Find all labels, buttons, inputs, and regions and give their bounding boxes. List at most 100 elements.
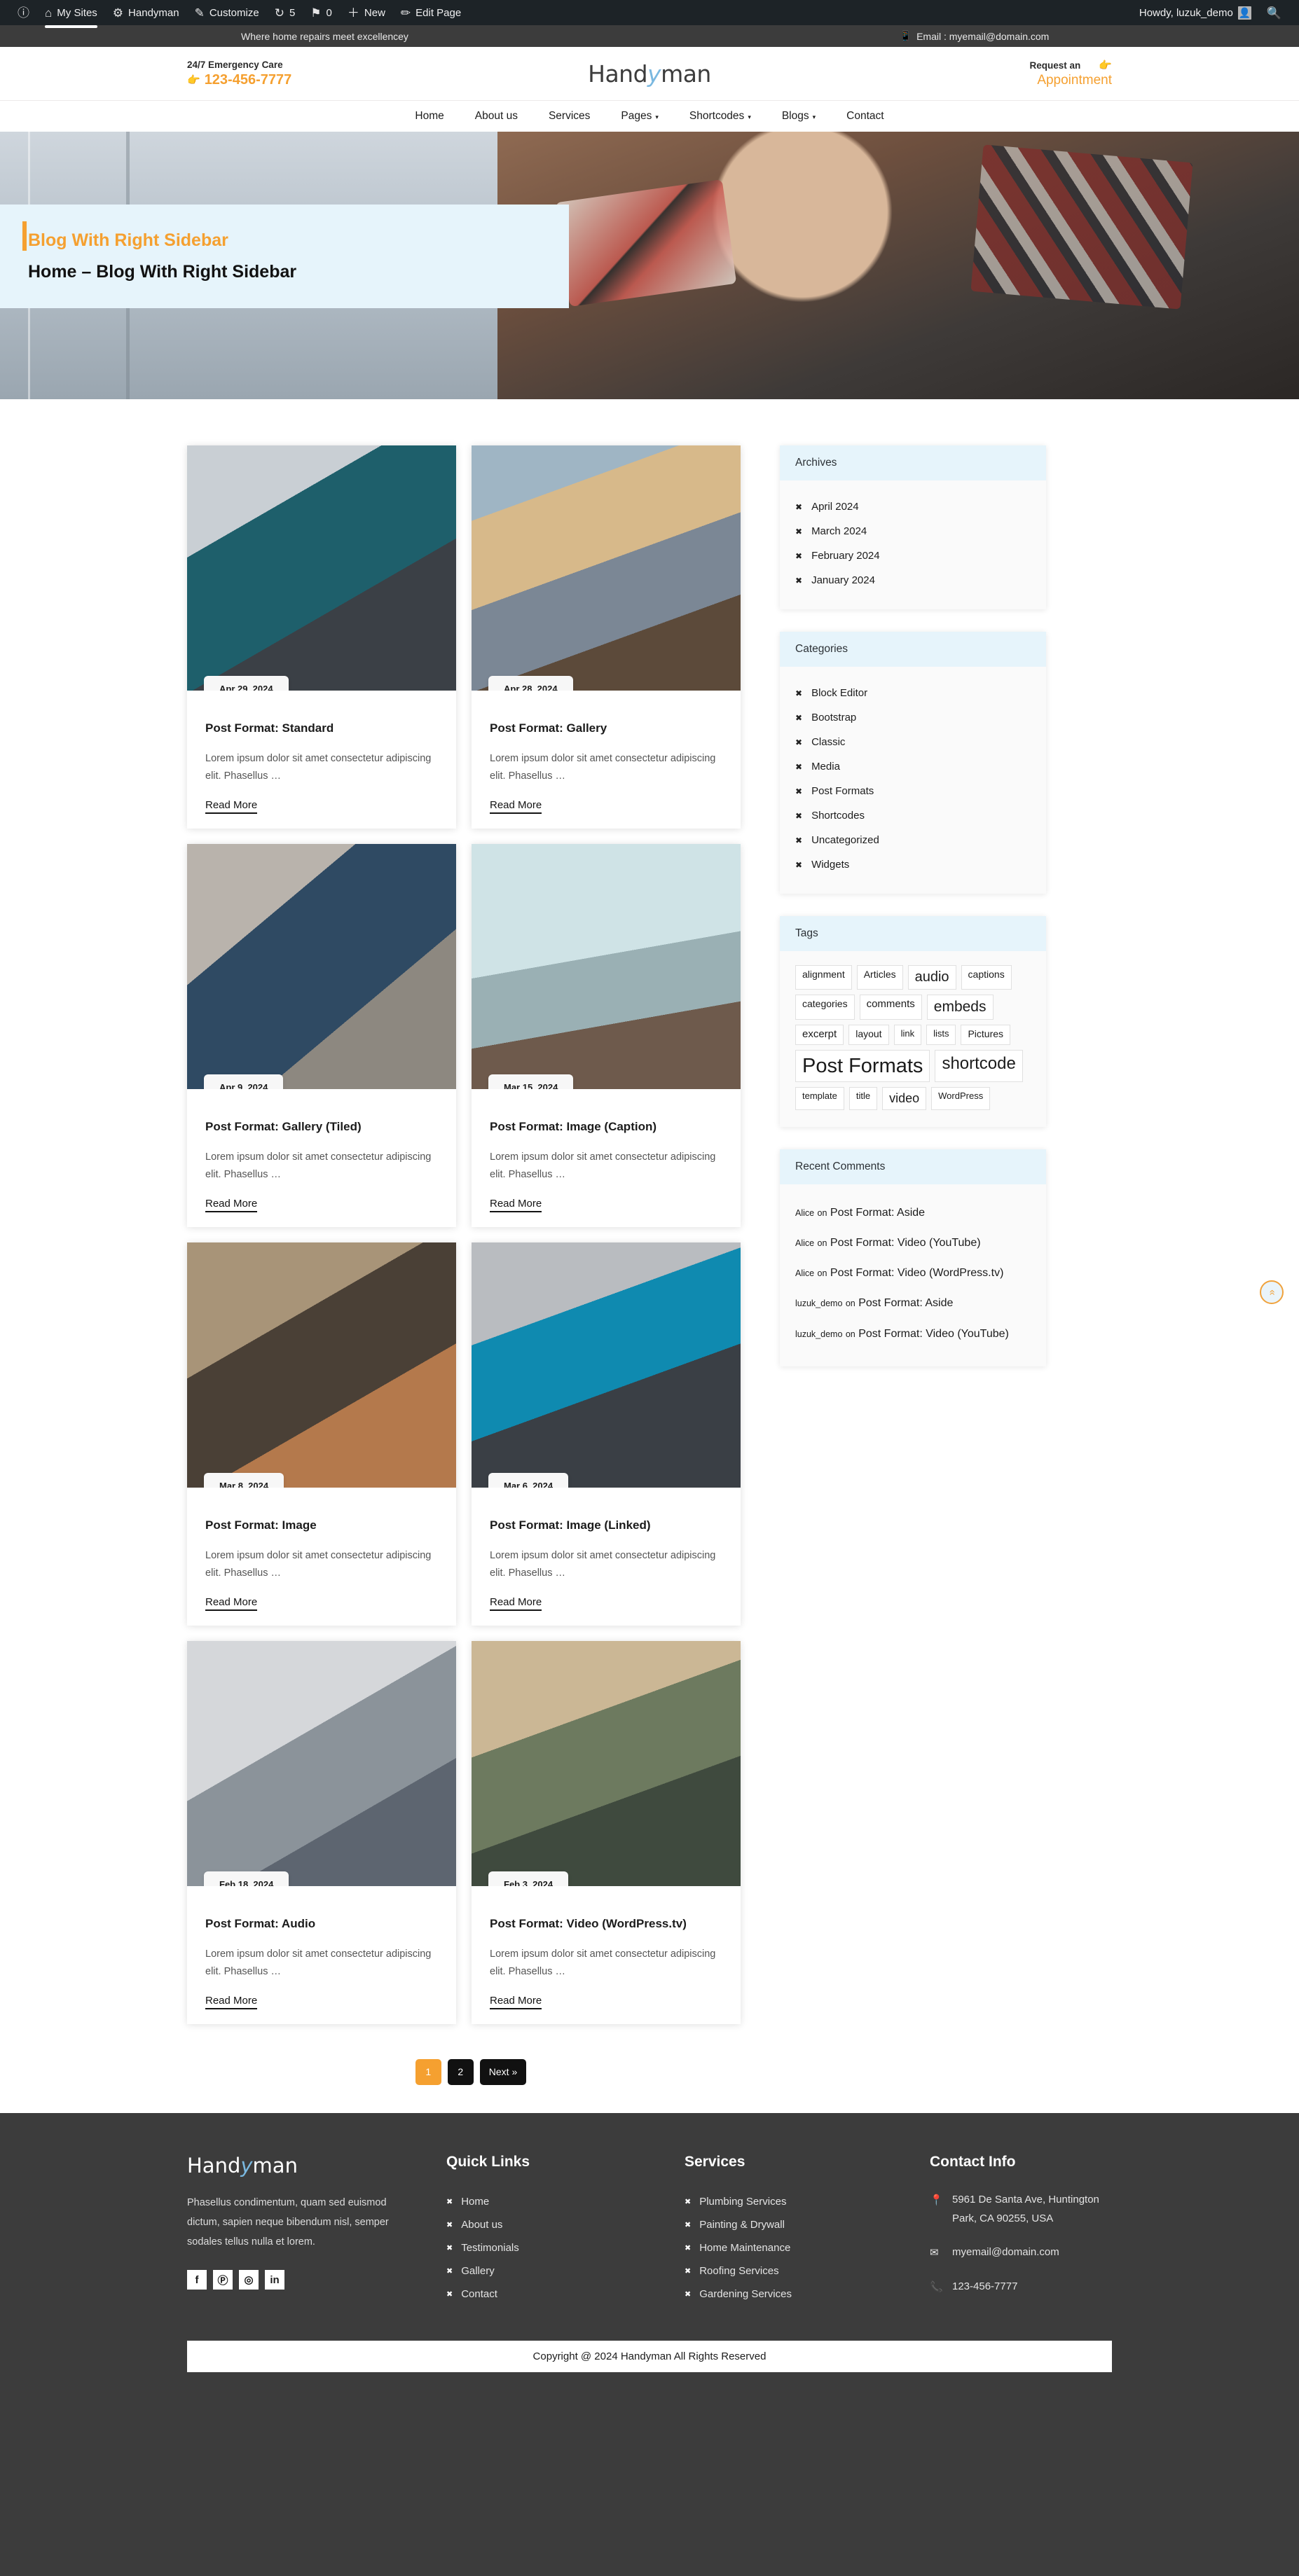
category-link[interactable]: Bootstrap — [811, 712, 856, 723]
post-thumbnail[interactable]: Feb 3, 2024 — [472, 1640, 741, 1886]
list-item[interactable]: ✖ Classic — [795, 730, 1031, 754]
tag-link[interactable]: excerpt — [795, 1025, 844, 1045]
recent-comment-item[interactable]: luzuk_demo on Post Format: Video (YouTub… — [795, 1320, 1031, 1350]
list-item[interactable]: ✖ April 2024 — [795, 494, 1031, 519]
category-link[interactable]: Media — [811, 761, 840, 773]
tag-link[interactable]: categories — [795, 995, 855, 1020]
recent-comment-item[interactable]: Alice on Post Format: Video (WordPress.t… — [795, 1259, 1031, 1289]
category-link[interactable]: Shortcodes — [811, 810, 865, 822]
list-item[interactable]: ✖ Bootstrap — [795, 705, 1031, 730]
nav-item-shortcodes[interactable]: Shortcodes ▾ — [689, 110, 751, 123]
read-more-link[interactable]: Read More — [490, 1994, 542, 2009]
list-item[interactable]: ✖ About us — [446, 2213, 657, 2236]
post-thumbnail[interactable]: Apr 28, 2024 — [472, 445, 741, 691]
list-item[interactable]: ✖ Block Editor — [795, 681, 1031, 705]
category-link[interactable]: Classic — [811, 736, 845, 748]
footer-phone[interactable]: 📞 123-456-7777 — [930, 2277, 1112, 2297]
post-card[interactable]: Mar 6, 2024 Post Format: Image (Linked) Lo… — [472, 1242, 741, 1626]
header-appointment-block[interactable]: Request an 👉 Appointment — [902, 59, 1112, 88]
post-card[interactable]: Feb 18, 2024 Post Format: Audio Lorem ipsu… — [187, 1640, 456, 2024]
topbar-email[interactable]: 📱 Email : myemail@domain.com — [650, 30, 1299, 42]
post-card[interactable]: Apr 29, 2024 Post Format: Standard Lorem i… — [187, 445, 456, 829]
read-more-link[interactable]: Read More — [490, 1595, 542, 1611]
post-thumbnail[interactable]: Apr 29, 2024 — [187, 445, 456, 691]
adminbar-item-comments[interactable]: ⚑ 0 — [303, 0, 340, 25]
pagination-button[interactable]: 2 — [447, 2058, 474, 2085]
category-link[interactable]: Post Formats — [811, 785, 874, 797]
footer-logo[interactable]: Handyman — [187, 2154, 418, 2177]
adminbar-item-new[interactable]: ＋ New — [340, 0, 393, 25]
tag-link[interactable]: audio — [907, 965, 956, 990]
post-card[interactable]: Apr 9, 2024 Post Format: Gallery (Tiled) L… — [187, 843, 456, 1227]
list-item[interactable]: ✖ Gallery — [446, 2259, 657, 2283]
list-item[interactable]: ✖ Painting & Drywall — [685, 2213, 902, 2236]
post-title[interactable]: Post Format: Image (Caption) — [490, 1120, 722, 1134]
comment-post-title[interactable]: Post Format: Video (YouTube) — [858, 1328, 1009, 1340]
scroll-to-top-button[interactable]: » — [1260, 1280, 1284, 1304]
tag-link[interactable]: link — [893, 1025, 922, 1045]
tag-link[interactable]: Post Formats — [795, 1050, 930, 1083]
post-title[interactable]: Post Format: Image — [205, 1518, 438, 1532]
tag-link[interactable]: video — [882, 1087, 927, 1110]
facebook-icon[interactable]: f — [187, 2270, 207, 2290]
post-card[interactable]: Mar 15, 2024 Post Format: Image (Caption)… — [472, 843, 741, 1227]
adminbar-item-edit-page[interactable]: ✏ Edit Page — [393, 0, 469, 25]
read-more-link[interactable]: Read More — [490, 798, 542, 814]
list-item[interactable]: ✖ Home Maintenance — [685, 2236, 902, 2259]
list-item[interactable]: ✖ Post Formats — [795, 779, 1031, 803]
nav-item-contact[interactable]: Contact — [846, 110, 884, 123]
nav-item-blogs[interactable]: Blogs ▾ — [782, 110, 816, 123]
archive-link[interactable]: January 2024 — [811, 574, 875, 586]
service-link[interactable]: Gardening Services — [699, 2288, 792, 2300]
nav-item-pages[interactable]: Pages ▾ — [621, 110, 658, 123]
list-item[interactable]: ✖ Media — [795, 754, 1031, 779]
service-link[interactable]: Painting & Drywall — [699, 2219, 785, 2231]
pagination-button[interactable]: 1 — [415, 2058, 441, 2085]
tag-link[interactable]: comments — [859, 995, 922, 1020]
service-link[interactable]: Home Maintenance — [699, 2242, 790, 2254]
adminbar-item-wordpress[interactable]: ⓘ — [10, 0, 37, 25]
post-card[interactable]: Apr 28, 2024 Post Format: Gallery Lorem ip… — [472, 445, 741, 829]
list-item[interactable]: ✖ Testimonials — [446, 2236, 657, 2259]
list-item[interactable]: ✖ March 2024 — [795, 519, 1031, 543]
quick-link[interactable]: About us — [461, 2219, 502, 2231]
adminbar-item-site-name[interactable]: ⚙ Handyman — [105, 0, 187, 25]
quick-link[interactable]: Testimonials — [461, 2242, 519, 2254]
list-item[interactable]: ✖ Home — [446, 2190, 657, 2213]
post-thumbnail[interactable]: Mar 6, 2024 — [472, 1242, 741, 1488]
quick-link[interactable]: Contact — [461, 2288, 497, 2300]
tag-link[interactable]: embeds — [926, 995, 994, 1020]
recent-comment-item[interactable]: Alice on Post Format: Aside — [795, 1198, 1031, 1228]
tag-link[interactable]: Pictures — [961, 1025, 1011, 1045]
post-thumbnail[interactable]: Mar 15, 2024 — [472, 843, 741, 1089]
list-item[interactable]: ✖ Gardening Services — [685, 2283, 902, 2306]
read-more-link[interactable]: Read More — [205, 798, 258, 814]
footer-email[interactable]: ✉ myemail@domain.com — [930, 2243, 1112, 2263]
post-title[interactable]: Post Format: Gallery — [490, 721, 722, 735]
pagination-button[interactable]: Next » — [479, 2058, 527, 2085]
post-title[interactable]: Post Format: Audio — [205, 1917, 438, 1931]
read-more-link[interactable]: Read More — [490, 1197, 542, 1212]
list-item[interactable]: ✖ Widgets — [795, 852, 1031, 877]
quick-link[interactable]: Home — [461, 2196, 489, 2208]
nav-item-services[interactable]: Services — [549, 110, 590, 123]
post-thumbnail[interactable]: Apr 9, 2024 — [187, 843, 456, 1089]
quick-link[interactable]: Gallery — [461, 2265, 495, 2277]
comment-post-title[interactable]: Post Format: Aside — [858, 1297, 953, 1309]
instagram-icon[interactable]: ◎ — [239, 2270, 259, 2290]
tag-link[interactable]: shortcode — [935, 1050, 1023, 1083]
tag-link[interactable]: layout — [848, 1025, 889, 1045]
adminbar-item-updates[interactable]: ↻ 5 — [267, 0, 303, 25]
tag-link[interactable]: Articles — [856, 965, 903, 990]
category-link[interactable]: Uncategorized — [811, 834, 879, 846]
archive-link[interactable]: March 2024 — [811, 525, 867, 537]
post-title[interactable]: Post Format: Image (Linked) — [490, 1518, 722, 1532]
post-title[interactable]: Post Format: Video (WordPress.tv) — [490, 1917, 722, 1931]
post-card[interactable]: Feb 3, 2024 Post Format: Video (WordPress… — [472, 1640, 741, 2024]
list-item[interactable]: ✖ Contact — [446, 2283, 657, 2306]
post-thumbnail[interactable]: Mar 8, 2024 — [187, 1242, 456, 1488]
comment-post-title[interactable]: Post Format: Aside — [830, 1207, 925, 1219]
list-item[interactable]: ✖ Roofing Services — [685, 2259, 902, 2283]
service-link[interactable]: Plumbing Services — [699, 2196, 786, 2208]
comment-post-title[interactable]: Post Format: Video (YouTube) — [830, 1237, 981, 1249]
